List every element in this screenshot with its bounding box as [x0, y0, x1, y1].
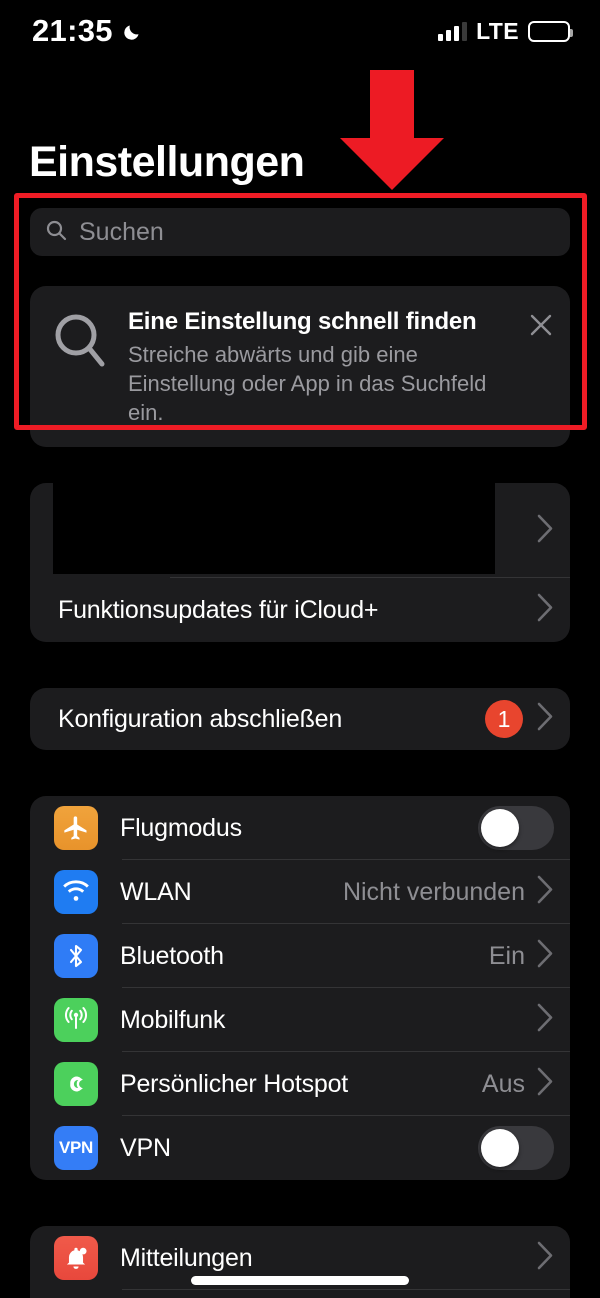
- airplane-mode-toggle[interactable]: [478, 806, 554, 851]
- search-placeholder: Suchen: [79, 217, 164, 246]
- wifi-status-value: Nicht verbunden: [342, 877, 525, 906]
- close-icon[interactable]: [528, 312, 554, 343]
- chevron-right-icon: [537, 702, 554, 736]
- wifi-row[interactable]: WLAN Nicht verbunden: [30, 860, 570, 925]
- notifications-group: Mitteilungen Töne & Haptik: [30, 1226, 570, 1298]
- chevron-right-icon: [537, 1241, 554, 1275]
- bluetooth-row[interactable]: Bluetooth Ein: [30, 924, 570, 989]
- vpn-label: VPN: [120, 1133, 171, 1162]
- chevron-right-icon: [537, 1067, 554, 1101]
- page-title: Einstellungen: [29, 138, 305, 186]
- status-bar-left: 21:35: [32, 13, 143, 49]
- search-icon: [44, 218, 68, 247]
- airplane-mode-row[interactable]: Flugmodus: [30, 796, 570, 861]
- network-type-label: LTE: [476, 17, 519, 44]
- wifi-icon: [54, 870, 98, 915]
- status-badge: 1: [485, 700, 523, 739]
- battery-icon: [528, 20, 573, 42]
- icloud-feature-updates-row[interactable]: Funktionsupdates für iCloud+: [30, 578, 570, 642]
- search-tip-card[interactable]: Eine Einstellung schnell finden Streiche…: [30, 286, 570, 448]
- finish-setup-label: Konfiguration abschließen: [58, 704, 343, 733]
- personal-hotspot-row[interactable]: Persönlicher Hotspot Aus: [30, 1052, 570, 1117]
- status-bar-clock: 21:35: [32, 13, 113, 48]
- notifications-label: Mitteilungen: [120, 1243, 253, 1272]
- vpn-row[interactable]: VPN VPN: [30, 1116, 570, 1180]
- crescent-moon-icon: [122, 21, 143, 42]
- cellular-row[interactable]: Mobilfunk: [30, 988, 570, 1053]
- bluetooth-icon: [54, 934, 98, 979]
- cellular-icon: [54, 998, 98, 1043]
- finish-setup-row[interactable]: Konfiguration abschließen 1: [30, 688, 570, 750]
- wifi-label: WLAN: [120, 877, 192, 906]
- search-tip-text: Eine Einstellung schnell finden Streiche…: [128, 306, 508, 427]
- chevron-right-icon: [537, 593, 554, 627]
- status-bar-right: LTE: [438, 17, 573, 45]
- apple-id-row[interactable]: [30, 483, 570, 579]
- search-tip-title: Eine Einstellung schnell finden: [128, 308, 477, 335]
- apple-id-group: Funktionsupdates für iCloud+: [30, 483, 570, 643]
- vpn-icon: VPN: [54, 1126, 98, 1171]
- chevron-right-icon: [537, 1003, 554, 1037]
- down-arrow-annotation-icon: [340, 70, 444, 190]
- chevron-right-icon: [537, 514, 554, 548]
- redacted-apple-id-content: [53, 483, 495, 575]
- search-input[interactable]: Suchen: [30, 208, 570, 256]
- personal-hotspot-status-value: Aus: [481, 1069, 525, 1098]
- vpn-toggle[interactable]: [478, 1126, 554, 1171]
- home-indicator[interactable]: [191, 1276, 409, 1285]
- airplane-icon: [54, 806, 98, 851]
- chevron-right-icon: [537, 939, 554, 973]
- setup-group: Konfiguration abschließen 1: [30, 688, 570, 751]
- settings-screen: 21:35 LTE Einstellungen Suchen Eine Eins…: [0, 0, 600, 1298]
- airplane-mode-label: Flugmodus: [120, 813, 242, 842]
- connectivity-group: Flugmodus WLAN Nicht verbunden Bluetooth…: [30, 796, 570, 1181]
- bluetooth-status-value: Ein: [488, 941, 525, 970]
- sounds-haptics-row[interactable]: Töne & Haptik: [30, 1290, 570, 1298]
- icloud-feature-updates-label: Funktionsupdates für iCloud+: [58, 595, 379, 624]
- hotspot-icon: [54, 1062, 98, 1107]
- chevron-right-icon: [537, 875, 554, 909]
- cellular-label: Mobilfunk: [120, 1005, 226, 1034]
- search-tip-subtitle: Streiche abwärts und gib eine Einstellun…: [128, 342, 487, 426]
- settings-scroll-content: Suchen Eine Einstellung schnell finden S…: [0, 196, 600, 1298]
- bluetooth-label: Bluetooth: [120, 941, 224, 970]
- magnifier-icon: [52, 312, 108, 375]
- cellular-signal-bars-icon: [438, 21, 468, 41]
- bell-icon: [54, 1236, 98, 1281]
- status-bar: 21:35 LTE: [0, 0, 600, 62]
- personal-hotspot-label: Persönlicher Hotspot: [120, 1069, 349, 1098]
